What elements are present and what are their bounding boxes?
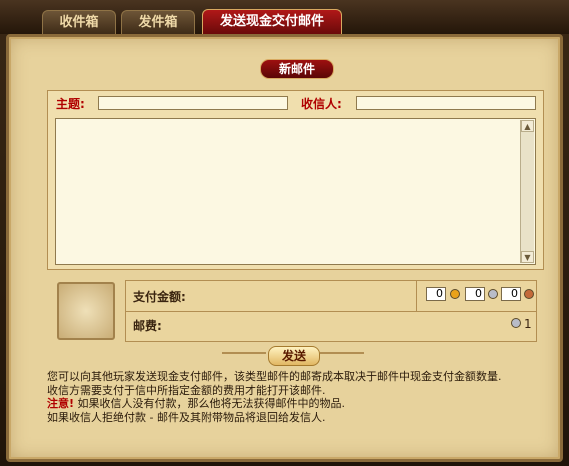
info-line-3: 注意! 如果收信人没有付款，那么他将无法获得邮件中的物品. [47, 397, 547, 411]
silver-amount-input[interactable]: 0 [465, 287, 485, 301]
tab-outbox[interactable]: 发件箱 [121, 10, 195, 34]
send-button[interactable]: 发送 [268, 346, 320, 366]
payment-amount-label: 支付金额: [133, 290, 186, 304]
recipient-input[interactable] [356, 96, 536, 110]
recipient-label: 收信人: [301, 97, 342, 111]
scroll-up-arrow-icon[interactable]: ▲ [521, 120, 534, 132]
message-body-textarea[interactable]: ▲ ▼ [55, 118, 536, 265]
tab-inbox-label: 收件箱 [59, 15, 99, 30]
info-line-1: 您可以向其他玩家发送现金支付邮件，该类型邮件的邮寄成本取决于邮件中现金支付金额数… [47, 370, 502, 383]
tab-outbox-label: 发件箱 [138, 15, 178, 30]
tab-inbox[interactable]: 收件箱 [42, 10, 116, 34]
row-divider [126, 311, 536, 312]
info-line-4: 如果收信人拒绝付款 - 邮件及其附带物品将退回给发信人. [47, 410, 326, 424]
send-button-ornament-right [320, 352, 364, 354]
send-button-ornament-left [222, 352, 266, 354]
gold-coin-icon [450, 289, 460, 299]
postage-label: 邮费: [133, 319, 162, 333]
copper-amount-input[interactable]: 0 [501, 287, 521, 301]
body-scrollbar[interactable]: ▲ ▼ [520, 120, 534, 263]
warning-text: 如果收信人没有付款，那么他将无法获得邮件中的物品. [74, 397, 346, 410]
info-line-2: 收信方需要支付于信中所指定金额的费用才能打开该邮件. [47, 383, 326, 397]
scroll-down-arrow-icon[interactable]: ▼ [521, 251, 534, 263]
subject-label: 主题: [56, 97, 85, 111]
silver-coin-icon [488, 289, 498, 299]
attachment-item-slot[interactable] [57, 282, 115, 340]
silver-coin-icon [511, 318, 521, 328]
subject-input[interactable] [98, 96, 288, 110]
postage-value: 1 [524, 317, 532, 331]
info-text: 您可以向其他玩家发送现金支付邮件，该类型邮件的邮寄成本取决于邮件中现金支付金额数… [47, 370, 547, 424]
tab-bar: 收件箱 发件箱 发送现金交付邮件 [0, 0, 569, 34]
panel-title: 新邮件 [260, 59, 334, 79]
gold-amount-input[interactable]: 0 [426, 287, 446, 301]
tab-send-cod-mail[interactable]: 发送现金交付邮件 [202, 9, 342, 34]
column-divider [416, 281, 417, 311]
copper-coin-icon [524, 289, 534, 299]
tab-send-cod-mail-label: 发送现金交付邮件 [219, 14, 324, 29]
warning-label: 注意! [47, 397, 75, 410]
